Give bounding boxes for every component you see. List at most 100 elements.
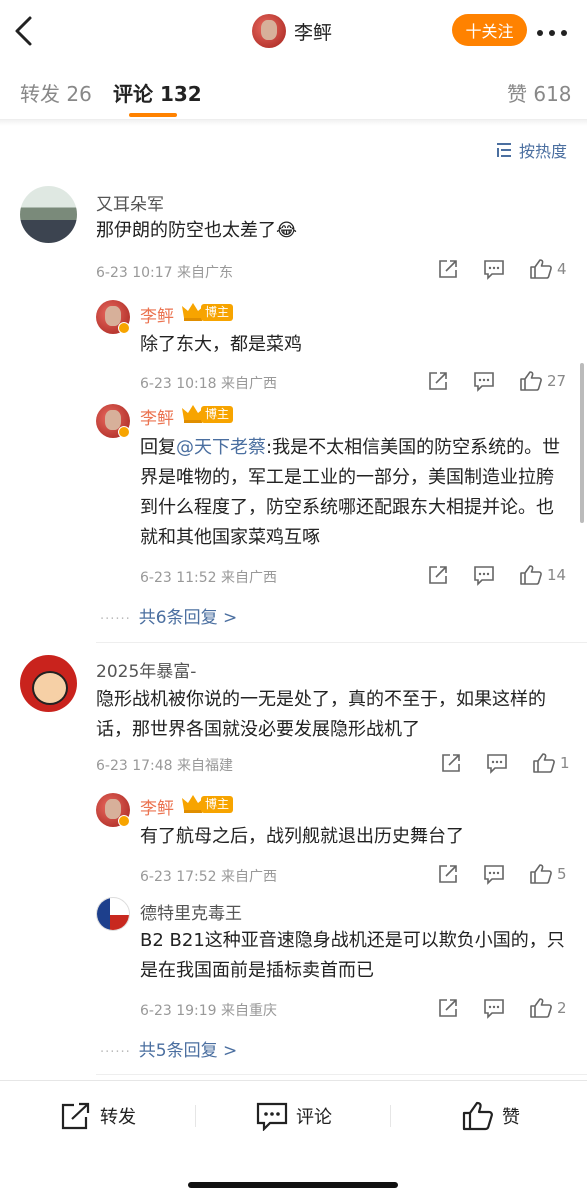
reply-username[interactable]: 李鲆 [140, 794, 174, 819]
reply-actions: 5 [437, 863, 567, 885]
share-icon [429, 372, 447, 390]
avatar[interactable] [20, 655, 77, 712]
reply-username[interactable]: 李鲆 [140, 404, 174, 429]
share-button[interactable] [440, 752, 462, 774]
reply-button[interactable] [483, 258, 505, 280]
like-button[interactable]: 27 [519, 370, 566, 392]
reply-button[interactable] [483, 863, 505, 885]
back-icon[interactable] [10, 14, 40, 48]
scrollbar[interactable] [580, 363, 584, 523]
avatar[interactable] [20, 186, 77, 243]
top-nav-bar: 李鲆 十关注 [0, 0, 587, 62]
like-count: 4 [557, 260, 567, 278]
view-more-replies-link[interactable]: ······ 共6条回复 > [100, 603, 237, 628]
comment-divider [96, 1074, 587, 1075]
verified-badge-icon [118, 815, 130, 827]
like-button[interactable]: 14 [519, 564, 566, 586]
like-count: 5 [557, 865, 567, 883]
forward-label: 转发 [100, 1107, 136, 1128]
comment-actions: 1 [440, 752, 570, 774]
nav-user[interactable]: 李鲆 [252, 13, 332, 49]
like-button[interactable]: 5 [529, 863, 567, 885]
comment-icon [484, 999, 504, 1019]
reply-meta: 6-23 11:52 来自广西 [140, 570, 278, 586]
share-button[interactable] [437, 258, 459, 280]
nav-username: 李鲆 [294, 21, 333, 44]
reply-meta: 6-23 17:52 来自广西 [140, 869, 278, 885]
comment-icon [487, 754, 507, 774]
more-options-icon[interactable] [536, 24, 568, 36]
comment-text: 那伊朗的防空也太差了😂 [96, 220, 298, 241]
thumbs-up-icon [530, 864, 552, 884]
share-button[interactable] [427, 564, 449, 586]
sort-icon [497, 143, 511, 157]
share-button[interactable] [427, 370, 449, 392]
comment-icon [484, 260, 504, 280]
like-count: 27 [547, 372, 567, 390]
verified-badge-icon [118, 426, 130, 438]
reply-button[interactable] [473, 370, 495, 392]
sort-by-hot-button[interactable]: 按热度 [495, 138, 567, 162]
reply-avatar[interactable] [96, 897, 130, 931]
share-icon [439, 999, 457, 1017]
reply-actions: 14 [427, 564, 566, 586]
laughing-emoji-icon: 😂 [276, 220, 298, 241]
comment-divider [96, 642, 587, 643]
share-icon [439, 260, 457, 278]
share-icon [439, 865, 457, 883]
reply-text: B2 B21这种亚音速隐身战机还是可以欺负小国的，只是在我国面前是插标卖首而已 [140, 930, 565, 981]
comment-meta: 6-23 10:17 来自广东 [96, 265, 234, 281]
sort-label: 按热度 [519, 142, 568, 161]
tab-comments[interactable]: 评论 132 [113, 78, 202, 107]
follow-button[interactable]: 十关注 [452, 14, 527, 46]
reply-text: 除了东大，都是菜鸡 [140, 334, 302, 355]
reply-button[interactable] [473, 564, 495, 586]
like-post-button[interactable]: 赞 [462, 1101, 520, 1131]
comment-icon [256, 1102, 288, 1131]
thumbs-up-icon [520, 371, 542, 391]
share-button[interactable] [437, 863, 459, 885]
like-button[interactable]: 2 [529, 997, 567, 1019]
comment-icon [474, 372, 494, 392]
thumbs-up-icon [530, 998, 552, 1018]
view-more-replies-link[interactable]: ······ 共5条回复 > [100, 1036, 237, 1061]
reply-username[interactable]: 德特里克毒王 [140, 899, 242, 924]
forward-button[interactable]: 转发 [60, 1101, 136, 1131]
reply-text: 回复@天下老蔡:我是不太相信美国的防空系统的。世界是唯物的，军工是工业的一部分，… [140, 437, 561, 548]
reply-actions: 27 [427, 370, 566, 392]
comment-meta: 6-23 17:48 来自福建 [96, 758, 234, 774]
like-label: 赞 [502, 1107, 520, 1128]
reply-button[interactable] [486, 752, 508, 774]
like-count: 14 [547, 566, 567, 584]
reply-button[interactable] [483, 997, 505, 1019]
share-button[interactable] [437, 997, 459, 1019]
comment-text: 隐形战机被你说的一无是处了，真的不至于，如果这样的话，那世界各国就没必要发展隐形… [96, 689, 546, 740]
nav-avatar[interactable] [252, 14, 286, 48]
like-button[interactable]: 1 [532, 752, 570, 774]
comment-actions: 4 [437, 258, 567, 280]
comment-label: 评论 [296, 1107, 332, 1128]
comment-username[interactable]: 又耳朵军 [96, 190, 164, 215]
comment-button[interactable]: 评论 [256, 1101, 332, 1131]
share-icon [429, 566, 447, 584]
reply-meta: 6-23 19:19 来自重庆 [140, 1003, 278, 1019]
reply-actions: 2 [437, 997, 567, 1019]
like-button[interactable]: 4 [529, 258, 567, 280]
active-tab-indicator [129, 113, 177, 117]
tab-bar: 转发 26 评论 132 赞 618 [0, 62, 587, 120]
tab-likes[interactable]: 赞 618 [507, 78, 572, 107]
like-count: 2 [557, 999, 567, 1017]
tab-forward[interactable]: 转发 26 [20, 78, 92, 107]
thumbs-up-icon [462, 1101, 493, 1131]
verified-badge-icon [118, 322, 130, 334]
author-badge: 博主 [182, 404, 234, 424]
reply-text: 有了航母之后，战列舰就退出历史舞台了 [140, 826, 464, 847]
thumbs-up-icon [520, 565, 542, 585]
like-count: 1 [560, 754, 570, 772]
home-indicator [188, 1182, 398, 1188]
comment-username[interactable]: 2025年暴富- [96, 657, 196, 682]
share-icon [442, 754, 460, 772]
user-mention-link[interactable]: @天下老蔡 [176, 437, 266, 458]
comment-icon [484, 865, 504, 885]
reply-username[interactable]: 李鲆 [140, 302, 174, 327]
